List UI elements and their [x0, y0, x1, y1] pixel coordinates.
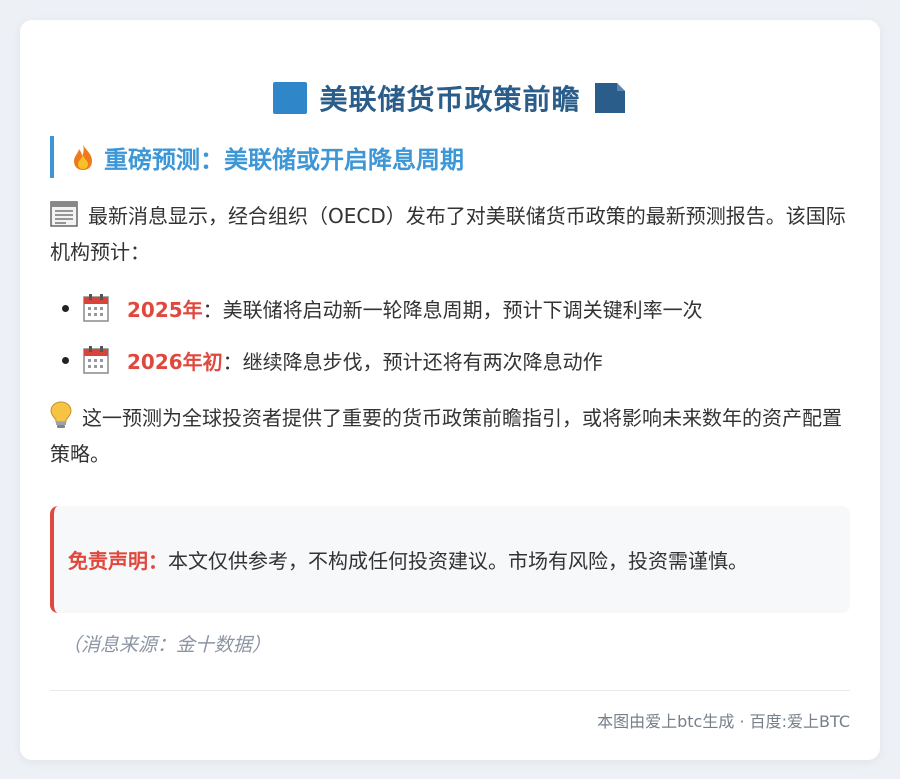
disclaimer-text: 本文仅供参考，不构成任何投资建议。市场有风险，投资需谨慎。 [168, 549, 748, 573]
list-item: 2025年 ：美联储将启动新一轮降息周期，预计下调关键利率一次 [62, 292, 703, 324]
section-heading-text: 重磅预测：美联储或开启降息周期 [104, 145, 464, 174]
newspaper-icon [50, 201, 78, 227]
calendar-icon [83, 346, 109, 374]
fire-icon [74, 144, 92, 170]
document-icon [594, 83, 625, 113]
insight-text: 这一预测为全球投资者提供了重要的货币政策前瞻指引，或将影响未来数年的资产配置策略… [50, 406, 842, 466]
page-title: 美联储货币政策前瞻 [319, 83, 581, 116]
intro-text: 最新消息显示，经合组织（OECD）发布了对美联储货币政策的最新预测报告。该国际机… [50, 204, 846, 264]
source-note: （消息来源：金十数据） [62, 634, 272, 656]
bullet-dot [62, 356, 69, 364]
list-item: 2026年初 ：继续降息步伐，预计还将有两次降息动作 [62, 344, 603, 376]
blue-square-icon [273, 82, 308, 114]
calendar-icon [83, 294, 109, 322]
disclaimer-box: 免责声明： 本文仅供参考，不构成任何投资建议。市场有风险，投资需谨慎。 [50, 506, 850, 613]
footer-credit: 本图由爱上btc生成 · 百度:爱上BTC [597, 712, 850, 731]
section-heading: 重磅预测：美联储或开启降息周期 [50, 136, 464, 178]
title-row: 美联储货币政策前瞻 [0, 76, 900, 120]
insight-paragraph: 这一预测为全球投资者提供了重要的货币政策前瞻指引，或将影响未来数年的资产配置策略… [50, 400, 850, 472]
divider [50, 690, 850, 691]
disclaimer-label: 免责声明： [68, 549, 168, 573]
intro-paragraph: 最新消息显示，经合组织（OECD）发布了对美联储货币政策的最新预测报告。该国际机… [50, 198, 850, 270]
forecast-date: 2025年 [127, 297, 203, 322]
forecast-text: ：美联储将启动新一轮降息周期，预计下调关键利率一次 [202, 297, 703, 322]
forecast-text: ：继续降息步伐，预计还将有两次降息动作 [222, 349, 603, 374]
bullet-dot [62, 304, 69, 312]
lightbulb-icon [50, 401, 72, 428]
forecast-date: 2026年初 [127, 349, 223, 374]
